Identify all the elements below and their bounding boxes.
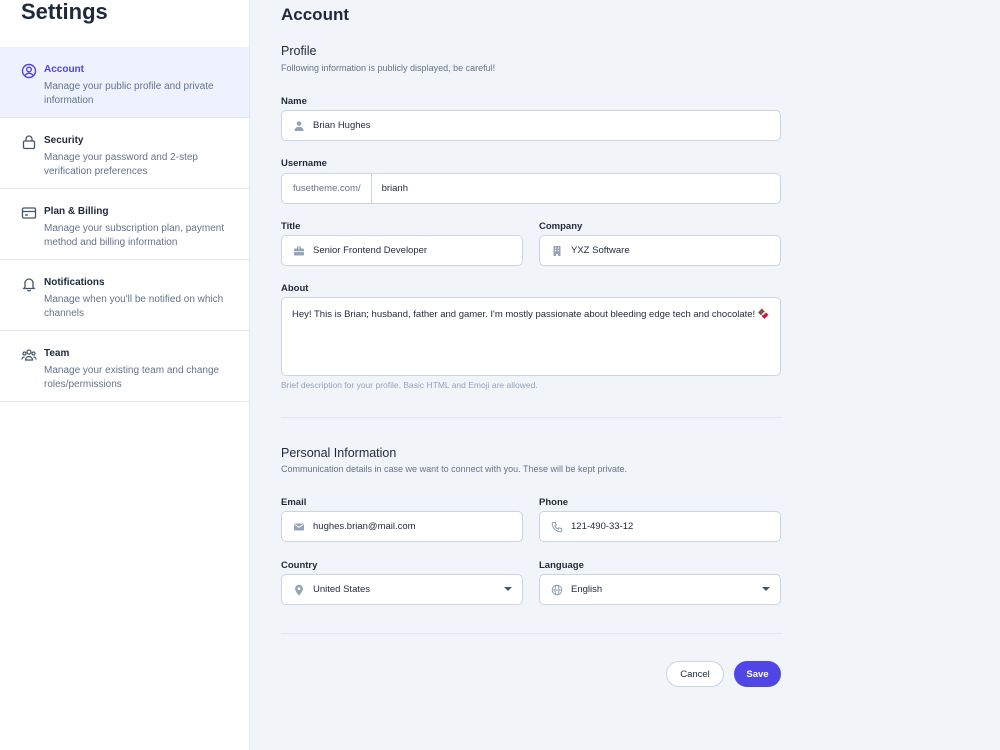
username-value: brianh — [381, 183, 409, 194]
sidebar-title: Settings — [21, 0, 108, 24]
chevron-down-icon — [762, 587, 770, 591]
company-label: Company — [539, 221, 583, 232]
title-label: Title — [281, 221, 301, 232]
sidebar-item-label: Team — [44, 348, 70, 359]
building-icon — [551, 245, 563, 257]
sidebar-item-security[interactable]: Security Manage your password and 2-step… — [0, 118, 249, 189]
personal-section-title: Personal Information — [281, 446, 397, 460]
sidebar-item-label: Notifications — [44, 277, 105, 288]
briefcase-icon — [293, 245, 305, 257]
bell-icon — [21, 276, 37, 292]
sidebar-item-label: Account — [44, 64, 84, 75]
save-button[interactable]: Save — [734, 661, 781, 687]
company-value: YXZ Software — [571, 245, 630, 256]
language-select[interactable]: English — [539, 574, 781, 605]
email-value: hughes.brian@mail.com — [313, 521, 416, 532]
section-divider — [281, 633, 782, 634]
email-input[interactable]: hughes.brian@mail.com — [281, 511, 523, 542]
about-hint: Brief description for your profile. Basi… — [281, 380, 538, 390]
sidebar-item-description: Manage when you'll be notified on which … — [44, 294, 224, 319]
account-panel: Account Profile Following information is… — [250, 0, 1000, 750]
mail-icon — [293, 521, 305, 533]
title-input[interactable]: Senior Frontend Developer — [281, 235, 523, 266]
sidebar-item-team[interactable]: Team Manage your existing team and chang… — [0, 331, 249, 402]
username-prefix: fusetheme.com/ — [293, 174, 372, 203]
sidebar-item-notifications[interactable]: Notifications Manage when you'll be noti… — [0, 260, 249, 331]
title-value: Senior Frontend Developer — [313, 245, 428, 256]
name-value: Brian Hughes — [313, 120, 371, 131]
sidebar-item-plan-billing[interactable]: Plan & Billing Manage your subscription … — [0, 189, 249, 260]
globe-icon — [551, 584, 563, 596]
phone-value: 121-490-33-12 — [571, 521, 634, 532]
credit-card-icon — [21, 205, 37, 221]
about-textarea[interactable]: Hey! This is Brian; husband, father and … — [281, 297, 781, 376]
language-label: Language — [539, 560, 584, 571]
country-label: Country — [281, 560, 318, 571]
email-label: Email — [281, 497, 307, 508]
lock-icon — [21, 134, 37, 150]
country-select[interactable]: United States — [281, 574, 523, 605]
company-input[interactable]: YXZ Software — [539, 235, 781, 266]
location-pin-icon — [293, 584, 305, 596]
personal-section-subtitle: Communication details in case we want to… — [281, 464, 628, 474]
settings-sidebar: Settings Account Manage your public prof… — [0, 0, 250, 750]
user-circle-icon — [21, 63, 37, 79]
phone-label: Phone — [539, 497, 569, 508]
username-label: Username — [281, 158, 327, 169]
about-label: About — [281, 283, 309, 294]
sidebar-item-label: Plan & Billing — [44, 206, 109, 217]
sidebar-item-account[interactable]: Account Manage your public profile and p… — [0, 47, 249, 118]
username-input[interactable]: fusetheme.com/ brianh — [281, 173, 781, 204]
cancel-button[interactable]: Cancel — [666, 661, 724, 687]
section-divider — [281, 417, 782, 418]
profile-section-subtitle: Following information is publicly displa… — [281, 63, 496, 73]
sidebar-item-description: Manage your existing team and change rol… — [44, 365, 220, 390]
users-icon — [21, 347, 37, 363]
user-icon — [293, 120, 305, 132]
name-input[interactable]: Brian Hughes — [281, 110, 781, 141]
phone-input[interactable]: 121-490-33-12 — [539, 511, 781, 542]
chevron-down-icon — [504, 587, 512, 591]
country-value: United States — [313, 584, 371, 595]
language-value: English — [571, 584, 603, 595]
profile-section-title: Profile — [281, 44, 317, 58]
sidebar-item-label: Security — [44, 135, 84, 146]
sidebar-item-description: Manage your password and 2-step verifica… — [44, 152, 198, 177]
sidebar-item-description: Manage your subscription plan, payment m… — [44, 223, 225, 248]
name-label: Name — [281, 96, 307, 107]
sidebar-item-description: Manage your public profile and private i… — [44, 81, 214, 106]
page-title: Account — [281, 5, 349, 24]
phone-icon — [551, 521, 563, 533]
settings-nav: Account Manage your public profile and p… — [0, 47, 249, 402]
